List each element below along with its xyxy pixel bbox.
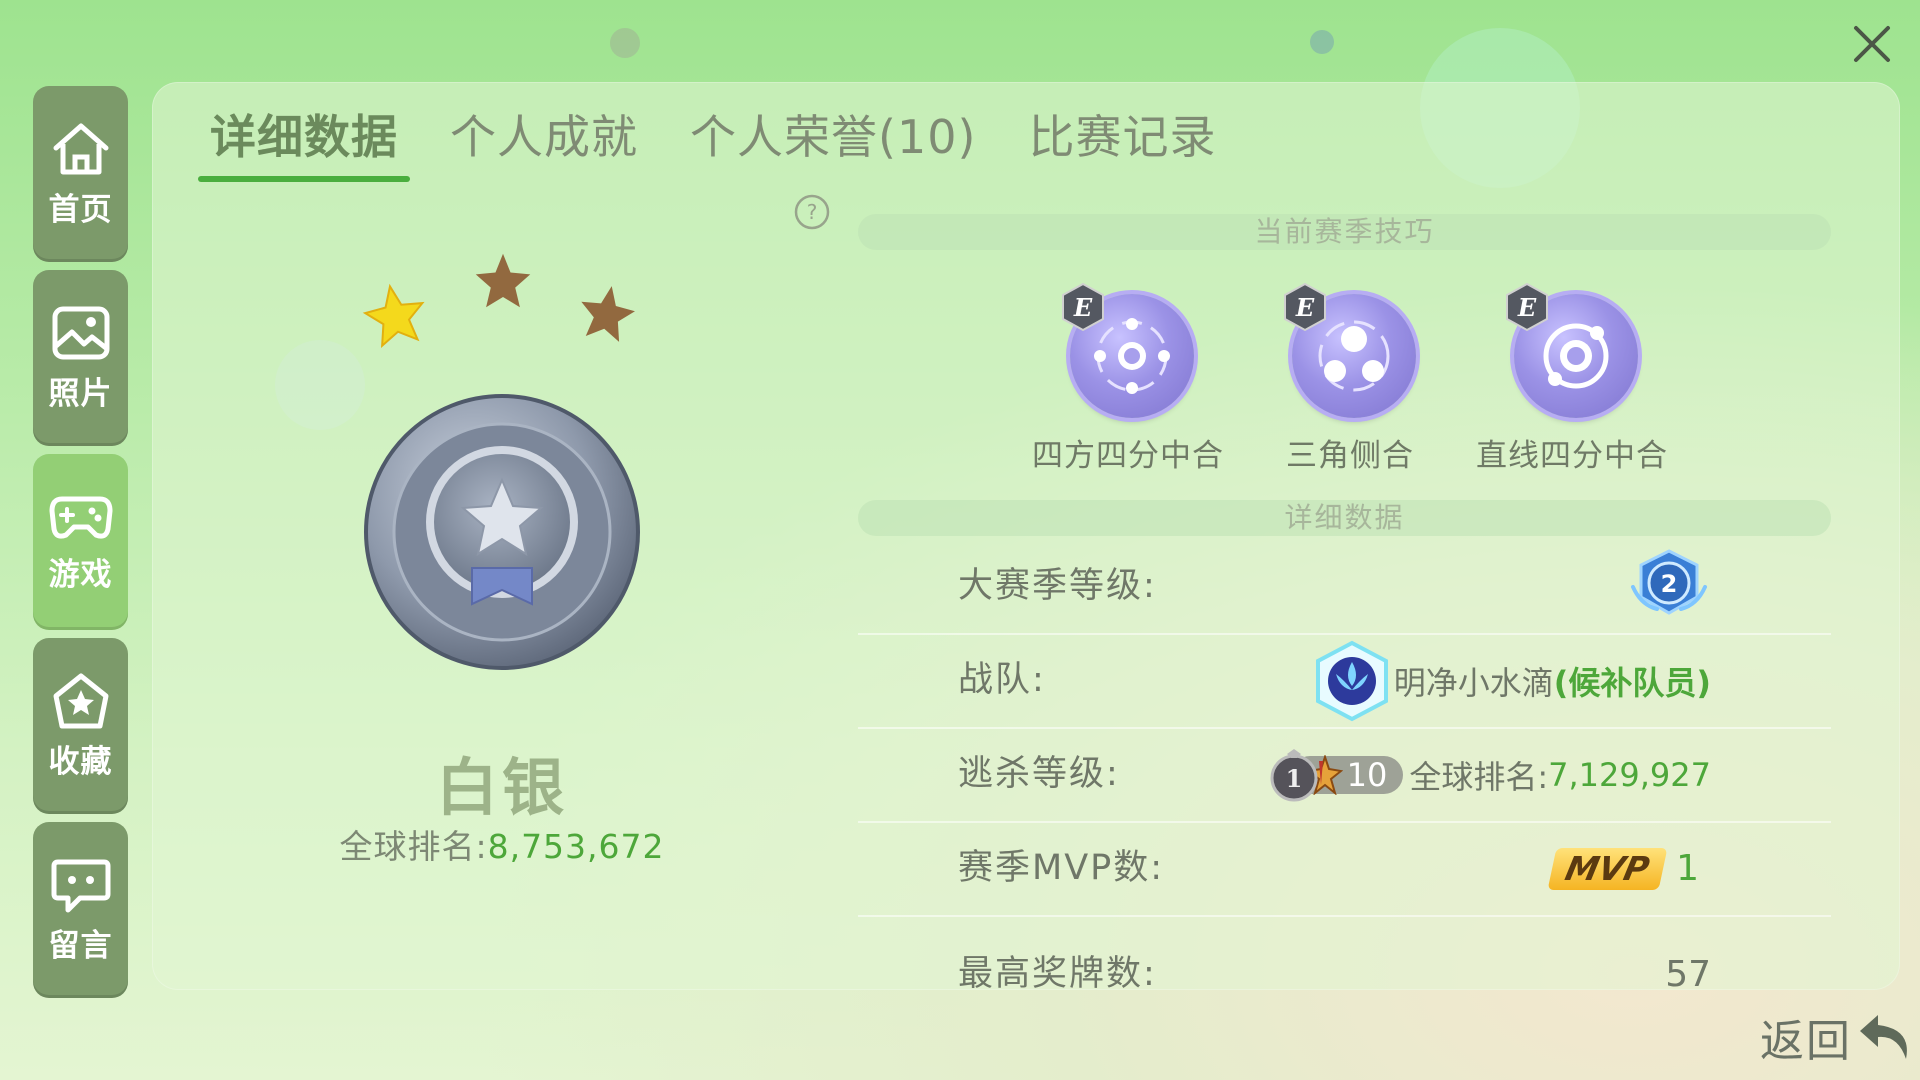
tab-label: 详细数据 bbox=[210, 110, 398, 164]
sidebar: 首页 照片 游戏 收藏 留言 bbox=[33, 86, 128, 1006]
detail-value: 2 bbox=[1627, 540, 1711, 633]
detail-label: 赛季MVP数: bbox=[958, 848, 1165, 888]
close-button[interactable] bbox=[1846, 18, 1898, 70]
details-section-header: 详细数据 bbox=[858, 500, 1831, 536]
rank-name: 白银 bbox=[435, 751, 568, 824]
skills-section-header: 当前赛季技巧 bbox=[858, 214, 1831, 250]
detail-label: 最高奖牌数: bbox=[958, 954, 1157, 988]
svg-text:E: E bbox=[1517, 293, 1537, 322]
help-icon[interactable]: ? bbox=[794, 194, 830, 230]
skill-orb: E bbox=[1280, 282, 1420, 422]
detail-label: 大赛季等级: bbox=[958, 566, 1157, 606]
rank-global-ranking: 全球排名:8,753,672 bbox=[152, 820, 852, 868]
svg-text:2: 2 bbox=[1661, 570, 1678, 598]
tab-achievements[interactable]: 个人成就 bbox=[438, 100, 650, 175]
mvp-badge: MVP bbox=[1547, 847, 1667, 890]
svg-text:1: 1 bbox=[1285, 764, 1302, 793]
tab-label: 比赛记录 bbox=[1028, 110, 1217, 164]
skill-label: 三角侧合 bbox=[1286, 438, 1414, 474]
escape-tier-medal-icon: 1 bbox=[1270, 748, 1318, 801]
detail-label: 逃杀等级: bbox=[958, 754, 1120, 794]
bokeh-light bbox=[1310, 30, 1334, 54]
sidebar-item-games[interactable]: 游戏 bbox=[33, 454, 128, 630]
escape-rank-value: 7,129,927 bbox=[1548, 755, 1711, 794]
detail-value: 57 bbox=[1665, 954, 1711, 988]
team-emblem-icon bbox=[1315, 640, 1388, 721]
skill-label: 四方四分中合 bbox=[1032, 438, 1224, 474]
svg-text:E: E bbox=[1073, 293, 1093, 322]
detail-row-medals: 最高奖牌数: 57 bbox=[858, 916, 1831, 988]
svg-text:?: ? bbox=[807, 200, 818, 224]
back-arrow-icon bbox=[1860, 1015, 1907, 1059]
grade-e-badge-icon: E bbox=[1506, 282, 1548, 332]
tab-match-records[interactable]: 比赛记录 bbox=[1016, 100, 1228, 175]
sidebar-item-label: 收藏 bbox=[48, 743, 113, 780]
star-empty-icon bbox=[581, 286, 635, 342]
detail-row-team: 战队: 明净小水滴 (候补队员) bbox=[858, 634, 1831, 729]
back-label: 返回 bbox=[1760, 1016, 1852, 1067]
tab-label: 个人成就 bbox=[450, 110, 638, 164]
profile-panel: 详细数据 个人成就 个人荣誉(10) 比赛记录 ? 白银 全球排名:8,753,… bbox=[152, 82, 1900, 990]
tab-detailed-data[interactable]: 详细数据 bbox=[198, 100, 410, 182]
message-icon bbox=[51, 859, 110, 912]
skill-item[interactable]: E 四方四分中合 bbox=[1018, 282, 1238, 475]
detail-value: 1 10 全球排名: 7,129,927 bbox=[1267, 728, 1711, 821]
star-filled-icon bbox=[362, 283, 425, 348]
sidebar-item-home[interactable]: 首页 bbox=[33, 86, 128, 262]
star-empty-icon bbox=[475, 253, 531, 308]
escape-level-value: 10 bbox=[1346, 755, 1388, 794]
rank-stars bbox=[362, 252, 662, 372]
skill-orb: E bbox=[1502, 282, 1642, 422]
sidebar-item-favorites[interactable]: 收藏 bbox=[33, 638, 128, 814]
escape-rank-label: 全球排名: bbox=[1409, 757, 1549, 796]
detail-value: MVP 1 bbox=[1547, 822, 1699, 915]
tab-active-underline bbox=[198, 176, 410, 182]
svg-text:E: E bbox=[1295, 293, 1315, 322]
tab-bar: 详细数据 个人成就 个人荣誉(10) 比赛记录 bbox=[198, 100, 1256, 182]
sidebar-item-label: 游戏 bbox=[48, 556, 113, 593]
rank-global-label: 全球排名: bbox=[339, 827, 488, 866]
detail-label: 战队: bbox=[958, 660, 1046, 700]
team-role: (候补队员) bbox=[1553, 663, 1711, 702]
team-name: 明净小水滴 bbox=[1393, 663, 1554, 702]
favorite-icon bbox=[53, 673, 108, 728]
detail-value[interactable]: 明净小水滴 (候补队员) bbox=[1314, 634, 1711, 727]
close-icon bbox=[1854, 26, 1890, 62]
skill-label: 直线四分中合 bbox=[1476, 438, 1668, 474]
sidebar-item-photos[interactable]: 照片 bbox=[33, 270, 128, 446]
sidebar-item-label: 留言 bbox=[48, 927, 113, 964]
tab-honors[interactable]: 个人荣誉(10) bbox=[678, 100, 988, 175]
sidebar-item-messages[interactable]: 留言 bbox=[33, 822, 128, 998]
sidebar-item-label: 照片 bbox=[48, 375, 113, 412]
detail-row-escape-level: 逃杀等级: 1 10 全球排名: 7,129,927 bbox=[858, 728, 1831, 823]
grade-e-badge-icon: E bbox=[1062, 282, 1104, 332]
silver-rank-medal-icon bbox=[364, 394, 640, 670]
rank-global-value: 8,753,672 bbox=[487, 827, 665, 866]
home-icon bbox=[53, 123, 108, 174]
skill-orb: E bbox=[1058, 282, 1198, 422]
skill-item[interactable]: E 三角侧合 bbox=[1240, 282, 1460, 475]
gamepad-icon bbox=[49, 496, 112, 539]
season-level-badge-icon: 2 bbox=[1631, 548, 1707, 615]
back-button[interactable]: 返回 bbox=[1760, 1005, 1918, 1069]
photo-icon bbox=[52, 306, 109, 359]
grade-e-badge-icon: E bbox=[1284, 282, 1326, 332]
bokeh-light bbox=[610, 28, 640, 58]
mvp-count: 1 bbox=[1676, 848, 1699, 889]
detail-row-mvp: 赛季MVP数: MVP 1 bbox=[858, 822, 1831, 917]
detail-row-season-level: 大赛季等级: 2 bbox=[858, 540, 1831, 635]
tab-label: 个人荣誉(10) bbox=[690, 110, 977, 164]
sidebar-item-label: 首页 bbox=[48, 191, 113, 228]
skill-item[interactable]: E 直线四分中合 bbox=[1462, 282, 1682, 475]
